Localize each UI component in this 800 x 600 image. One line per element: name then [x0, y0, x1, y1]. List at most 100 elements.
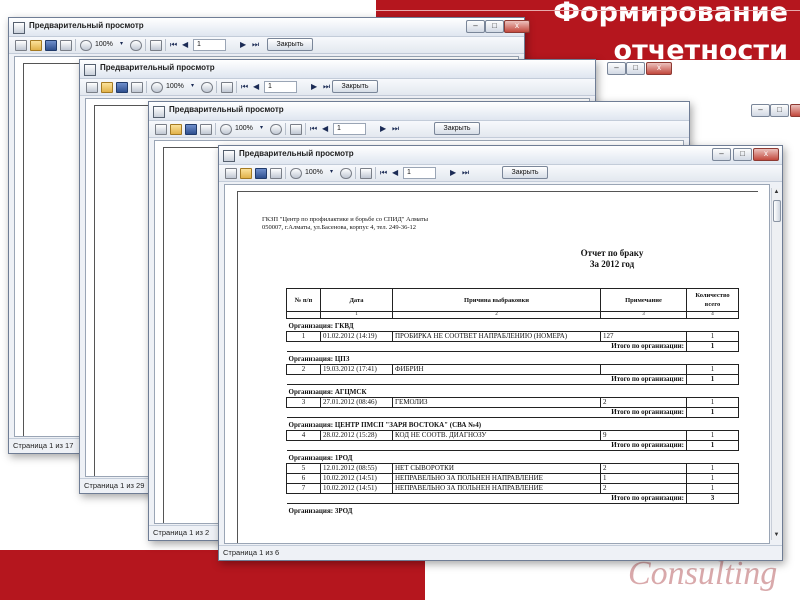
scroll-down-icon[interactable]: ▼	[772, 531, 781, 540]
print-icon[interactable]	[225, 168, 237, 179]
save-icon[interactable]	[45, 40, 57, 51]
chevron-down-icon[interactable]: ▾	[120, 39, 123, 50]
print-icon[interactable]	[86, 82, 98, 93]
page-number-input[interactable]: 1	[403, 167, 436, 179]
maximize-button[interactable]: □	[485, 20, 504, 33]
last-page-icon[interactable]: ⏭	[252, 39, 259, 50]
minimize-button[interactable]: –	[466, 20, 485, 33]
close-window-button[interactable]: x	[504, 20, 530, 33]
table-cell: 10.02.2012 (14:51)	[320, 483, 393, 494]
save-icon[interactable]	[255, 168, 267, 179]
close-preview-button[interactable]: Закрыть	[434, 122, 480, 135]
close-preview-button[interactable]: Закрыть	[502, 166, 548, 179]
edit-icon[interactable]	[150, 40, 162, 51]
organization-group-label: Организация: 3РОД	[288, 506, 353, 515]
minimize-button[interactable]: –	[751, 104, 770, 117]
close-window-button[interactable]: x	[790, 104, 800, 117]
zoom-out-icon[interactable]	[201, 82, 213, 93]
titlebar[interactable]: Предварительный просмотр – □ x	[80, 60, 672, 79]
maximize-button[interactable]: □	[733, 148, 752, 161]
last-page-icon[interactable]: ⏭	[323, 81, 330, 92]
chevron-down-icon[interactable]: ▾	[260, 123, 263, 134]
first-page-icon[interactable]: ⏮	[310, 123, 317, 134]
prev-page-icon[interactable]: ◀	[322, 123, 328, 134]
page-number-input[interactable]: 1	[193, 39, 226, 51]
prev-page-icon[interactable]: ◀	[253, 81, 259, 92]
edit-icon[interactable]	[221, 82, 233, 93]
titlebar[interactable]: Предварительный просмотр – □ x	[149, 102, 800, 121]
toolbar-divider	[355, 167, 356, 179]
last-page-icon[interactable]: ⏭	[462, 167, 469, 178]
preview-viewport[interactable]: ГКЗП "Центр по профилактике и борьбе со …	[224, 184, 770, 544]
last-page-icon[interactable]: ⏭	[392, 123, 399, 134]
printer-icon	[13, 22, 25, 34]
table-row: 2 19.03.2012 (17:41) ФИБРИН 1	[286, 364, 739, 375]
next-page-icon[interactable]: ▶	[240, 39, 246, 50]
export-icon[interactable]	[200, 124, 212, 135]
status-page-count: Страница 1 из 29	[84, 481, 145, 490]
titlebar[interactable]: Предварительный просмотр – □ x	[219, 146, 782, 165]
save-icon[interactable]	[116, 82, 128, 93]
table-cell: 5	[286, 463, 321, 474]
maximize-button[interactable]: □	[770, 104, 789, 117]
first-page-icon[interactable]: ⏮	[241, 81, 248, 92]
column-number: 2	[392, 311, 601, 319]
open-folder-icon[interactable]	[240, 168, 252, 179]
next-page-icon[interactable]: ▶	[311, 81, 317, 92]
zoom-select[interactable]: 100%	[305, 168, 323, 178]
zoom-in-icon[interactable]	[290, 168, 302, 179]
next-page-icon[interactable]: ▶	[450, 167, 456, 178]
zoom-in-icon[interactable]	[220, 124, 232, 135]
export-icon[interactable]	[270, 168, 282, 179]
zoom-select[interactable]: 100%	[95, 40, 113, 50]
table-cell: 01.02.2012 (14:19)	[320, 331, 393, 342]
edit-icon[interactable]	[360, 168, 372, 179]
first-page-icon[interactable]: ⏮	[380, 167, 387, 178]
toolbar: 100% ▾ ⏮ ◀ 1 ▶ ⏭ Закрыть	[149, 121, 689, 138]
page-number-input[interactable]: 1	[264, 81, 297, 93]
zoom-in-icon[interactable]	[151, 82, 163, 93]
save-icon[interactable]	[185, 124, 197, 135]
close-window-button[interactable]: x	[646, 62, 672, 75]
close-preview-button[interactable]: Закрыть	[267, 38, 313, 51]
chevron-down-icon[interactable]: ▾	[330, 167, 333, 178]
zoom-out-icon[interactable]	[130, 40, 142, 51]
zoom-in-icon[interactable]	[80, 40, 92, 51]
table-row: 1 01.02.2012 (14:19) ПРОБИРКА НЕ СООТВЕТ Н…	[286, 331, 739, 342]
export-icon[interactable]	[60, 40, 72, 51]
page-number-input[interactable]: 1	[333, 123, 366, 135]
zoom-out-icon[interactable]	[270, 124, 282, 135]
minimize-button[interactable]: –	[607, 62, 626, 75]
open-folder-icon[interactable]	[101, 82, 113, 93]
first-page-icon[interactable]: ⏮	[170, 39, 177, 50]
close-window-button[interactable]: x	[753, 148, 779, 161]
table-cell: 10.02.2012 (14:51)	[320, 473, 393, 484]
maximize-button[interactable]: □	[626, 62, 645, 75]
open-folder-icon[interactable]	[30, 40, 42, 51]
table-cell: 1	[686, 397, 739, 408]
prev-page-icon[interactable]: ◀	[392, 167, 398, 178]
next-page-icon[interactable]: ▶	[380, 123, 386, 134]
scroll-up-icon[interactable]: ▲	[772, 188, 781, 197]
zoom-out-icon[interactable]	[340, 168, 352, 179]
print-icon[interactable]	[15, 40, 27, 51]
zoom-select[interactable]: 100%	[166, 82, 184, 92]
table-cell: НЕПРАВЕЛЬНО ЗА ПОЛЬНЕН НАПРАВЛЕНИЕ	[392, 483, 601, 494]
edit-icon[interactable]	[290, 124, 302, 135]
column-header: № п/п	[286, 288, 321, 312]
zoom-select[interactable]: 100%	[235, 124, 253, 134]
group-total-row: Итого по организации: 1	[286, 341, 739, 352]
organization-group-label: Организация: ЦЕНТР ПМСП "ЗАРЯ ВОСТОКА" (…	[288, 420, 482, 429]
open-folder-icon[interactable]	[170, 124, 182, 135]
prev-page-icon[interactable]: ◀	[182, 39, 188, 50]
print-icon[interactable]	[155, 124, 167, 135]
titlebar[interactable]: Предварительный просмотр – □ x	[9, 18, 530, 37]
scroll-thumb[interactable]	[773, 200, 781, 222]
chevron-down-icon[interactable]: ▾	[191, 81, 194, 92]
close-preview-button[interactable]: Закрыть	[332, 80, 378, 93]
table-cell: 2	[600, 483, 687, 494]
export-icon[interactable]	[131, 82, 143, 93]
vertical-scrollbar[interactable]: ▲ ▼	[771, 188, 781, 540]
minimize-button[interactable]: –	[712, 148, 731, 161]
group-total-row: Итого по организации: 1	[286, 440, 739, 451]
